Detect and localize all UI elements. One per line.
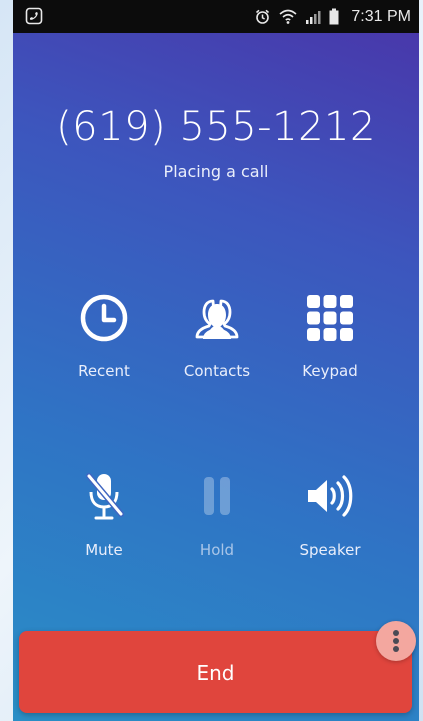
- pause-icon: [204, 477, 230, 515]
- microphone-muted-icon: [86, 473, 124, 520]
- speaker-button[interactable]: Speaker: [262, 472, 398, 582]
- speaker-label: Speaker: [299, 541, 361, 559]
- clock-icon: [80, 294, 128, 342]
- end-call-label: End: [196, 661, 235, 685]
- screenshot-page: 7:31 PM (619) 555-1212 Placing a call Re…: [0, 0, 423, 721]
- keypad-label: Keypad: [302, 362, 358, 380]
- phone-call-icon: [25, 7, 43, 25]
- keypad-icon: [307, 295, 353, 341]
- end-call-button[interactable]: End: [19, 631, 412, 713]
- more-options-button[interactable]: [376, 621, 416, 661]
- speaker-icon: [308, 475, 353, 517]
- status-icons: 7:31 PM: [254, 0, 411, 33]
- battery-icon: [329, 8, 339, 25]
- status-bar: 7:31 PM: [13, 0, 419, 33]
- keypad-button[interactable]: Keypad: [262, 293, 398, 403]
- alarm-icon: [256, 9, 270, 24]
- in-call-screen: 7:31 PM (619) 555-1212 Placing a call Re…: [13, 0, 419, 721]
- call-status-text: Placing a call: [163, 162, 269, 181]
- dialed-number: (619) 555-1212: [56, 104, 376, 150]
- signal-icon: [306, 10, 321, 24]
- contacts-icon: [195, 299, 239, 339]
- wifi-icon: [279, 9, 297, 24]
- status-time: 7:31 PM: [351, 7, 411, 25]
